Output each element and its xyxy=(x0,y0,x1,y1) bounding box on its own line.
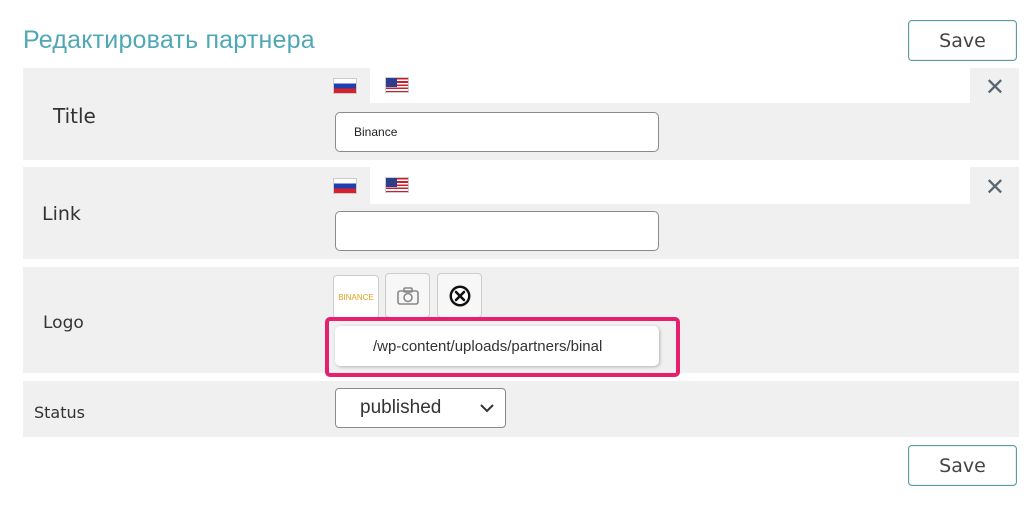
upload-camera-button[interactable] xyxy=(385,273,430,318)
logo-thumbnail: BINANCE xyxy=(333,275,379,319)
chevron-down-icon xyxy=(480,404,494,413)
link-label: Link xyxy=(42,203,81,225)
title-label-cell: Title xyxy=(23,68,320,160)
us-flag-tab[interactable] xyxy=(385,77,409,93)
status-row: Status published xyxy=(23,381,1019,437)
logo-label-cell: Logo xyxy=(23,267,320,373)
status-value: published xyxy=(360,397,442,418)
us-flag-tab[interactable] xyxy=(385,177,409,193)
link-label-cell: Link xyxy=(23,167,320,259)
remove-logo-button[interactable] xyxy=(437,273,482,318)
language-tabs xyxy=(370,68,970,103)
link-row: Link ✕ xyxy=(23,167,1019,259)
logo-label: Logo xyxy=(43,313,84,333)
status-label-cell: Status xyxy=(23,381,320,437)
save-button-bottom[interactable]: Save xyxy=(908,445,1017,486)
link-input[interactable] xyxy=(335,211,659,251)
status-field-cell: published xyxy=(320,381,1019,437)
logo-thumbnail-text: BINANCE xyxy=(338,292,374,302)
save-button-top[interactable]: Save xyxy=(908,20,1017,61)
logo-field-cell: BINANCE /wp-content/uploads/partners/bin… xyxy=(320,267,1019,377)
highlight-box xyxy=(325,317,680,377)
close-icon[interactable]: ✕ xyxy=(985,176,1005,200)
status-label: Status xyxy=(34,403,85,422)
camera-icon xyxy=(396,286,419,305)
title-field-cell: ✕ Binance xyxy=(320,68,1019,160)
ru-flag-tab[interactable] xyxy=(333,178,357,194)
close-icon[interactable]: ✕ xyxy=(985,76,1005,100)
ru-flag-tab[interactable] xyxy=(333,78,357,94)
remove-circle-icon xyxy=(449,285,470,306)
link-field-cell: ✕ xyxy=(320,167,1019,259)
title-label: Title xyxy=(53,104,96,128)
page-title: Редактировать партнера xyxy=(23,26,315,54)
title-row: Title ✕ Binance xyxy=(23,68,1019,160)
title-input[interactable]: Binance xyxy=(335,112,659,152)
language-tabs xyxy=(370,167,970,204)
status-select[interactable]: published xyxy=(335,388,506,428)
logo-row: Logo BINANCE /wp-content/uploads/partner… xyxy=(23,267,1019,377)
